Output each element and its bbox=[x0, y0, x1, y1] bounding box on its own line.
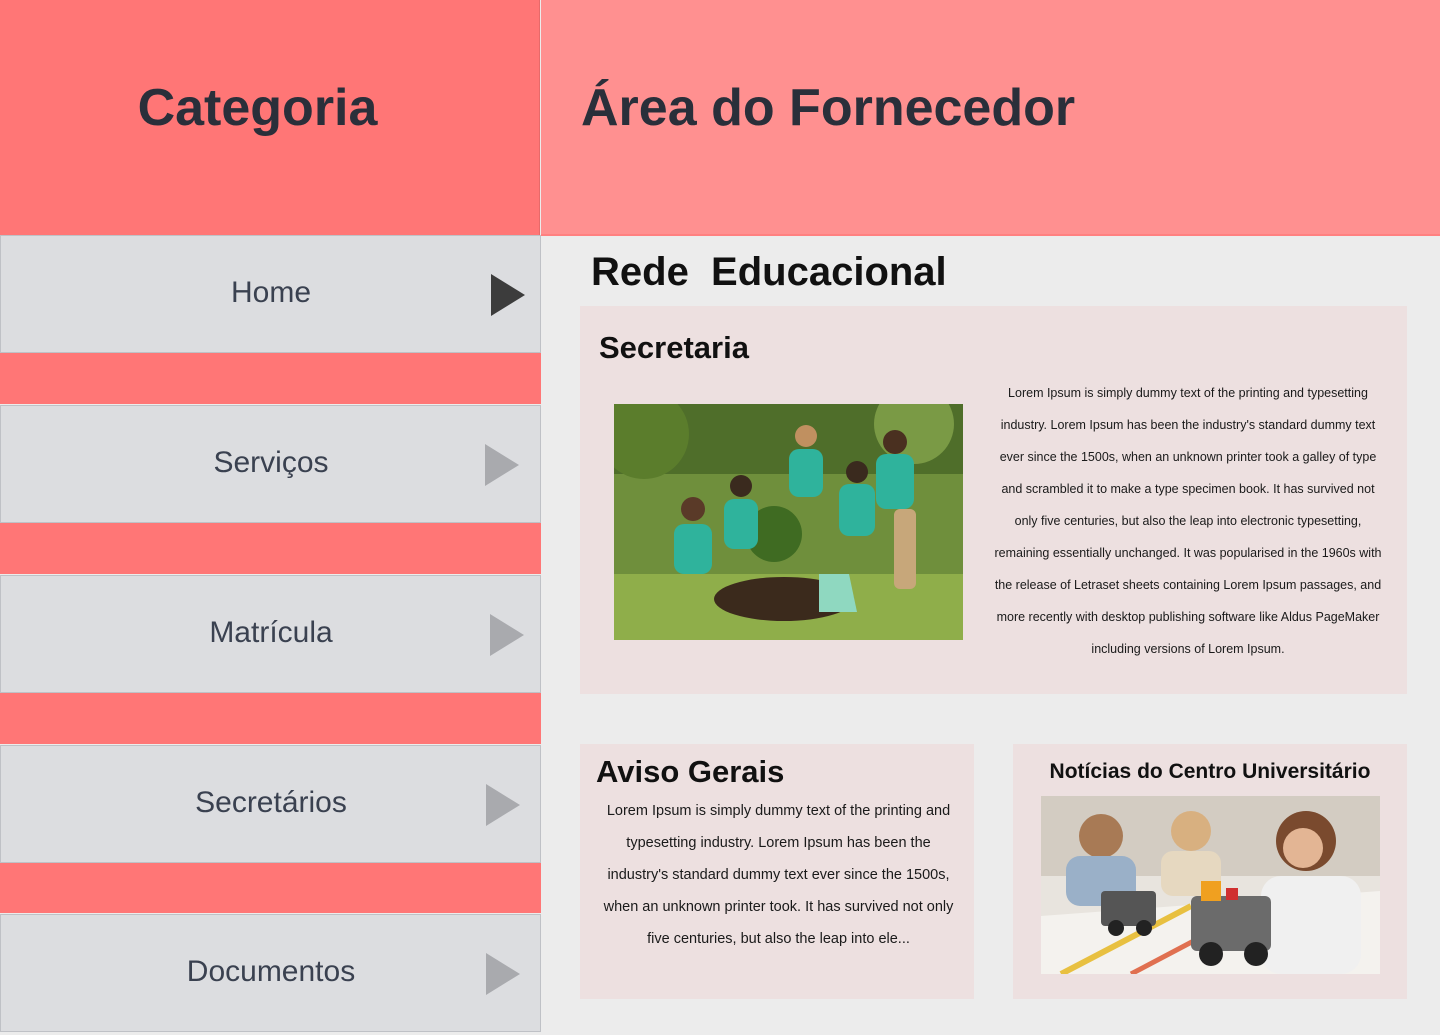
sidebar-item-secretarios[interactable]: Secretários bbox=[0, 745, 541, 863]
section-title: Rede Educacional bbox=[591, 250, 947, 294]
card-title: Notícias do Centro Universitário bbox=[1049, 760, 1371, 783]
secretaria-card: Secretaria Lorem Ipsum is simply dummy t… bbox=[580, 306, 1407, 694]
nav-separator bbox=[0, 862, 541, 913]
page-header: Área do Fornecedor bbox=[541, 0, 1440, 236]
card-title: Secretaria bbox=[599, 330, 749, 365]
sidebar-item-matricula[interactable]: Matrícula bbox=[0, 575, 541, 693]
aviso-text: Lorem Ipsum is simply dummy text of the … bbox=[603, 803, 954, 947]
volunteers-planting-photo bbox=[614, 404, 963, 640]
sidebar-item-label: Home bbox=[230, 276, 312, 309]
chevron-right-icon bbox=[490, 614, 524, 656]
sidebar-title: Categoria bbox=[137, 79, 378, 137]
sidebar-item-label: Documentos bbox=[186, 955, 356, 988]
sidebar-item-servicos[interactable]: Serviços bbox=[0, 405, 541, 523]
sidebar-item-documentos[interactable]: Documentos bbox=[0, 914, 541, 1032]
students-robotics-photo bbox=[1041, 796, 1380, 974]
nav-separator bbox=[0, 523, 541, 574]
chevron-right-icon bbox=[485, 444, 519, 486]
sidebar-header: Categoria bbox=[0, 0, 540, 235]
chevron-right-icon bbox=[491, 274, 525, 316]
sidebar-item-home[interactable]: Home bbox=[0, 235, 541, 353]
sidebar-item-label: Serviços bbox=[213, 446, 329, 479]
nav-separator bbox=[0, 353, 541, 404]
page-title: Área do Fornecedor bbox=[581, 79, 1076, 137]
sidebar-item-label: Secretários bbox=[195, 786, 347, 819]
noticias-card: Notícias do Centro Universitário bbox=[1013, 744, 1407, 999]
sidebar-item-label: Matrícula bbox=[209, 616, 333, 649]
card-title: Aviso Gerais bbox=[596, 754, 785, 789]
secretaria-text: Lorem Ipsum is simply dummy text of the … bbox=[994, 386, 1382, 656]
aviso-card: Aviso Gerais Lorem Ipsum is simply dummy… bbox=[580, 744, 974, 999]
chevron-right-icon bbox=[486, 953, 520, 995]
nav-separator bbox=[0, 693, 541, 744]
chevron-right-icon bbox=[486, 784, 520, 826]
